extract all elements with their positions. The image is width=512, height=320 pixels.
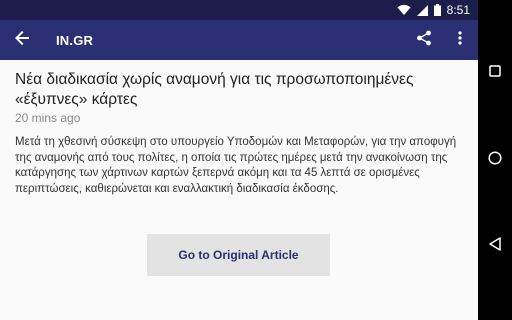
navigation-bar [478, 0, 512, 320]
recents-button[interactable] [478, 56, 512, 90]
article-title: Νέα διαδικασία χωρίς αναμονή για τις προ… [15, 71, 414, 108]
share-button[interactable] [406, 20, 442, 60]
status-bar: 8:51 [0, 0, 478, 20]
battery-icon [433, 4, 441, 16]
app-title: IN.GR [56, 32, 94, 48]
wifi-icon [397, 4, 411, 16]
share-icon [416, 30, 432, 51]
recents-square-icon [489, 64, 501, 82]
back-arrow-icon [15, 30, 29, 50]
go-to-original-article-button[interactable]: Go to Original Article [147, 234, 330, 276]
system-back-button[interactable] [478, 229, 512, 263]
signal-icon [416, 4, 428, 16]
more-vert-icon [458, 30, 462, 50]
home-button[interactable] [478, 143, 512, 177]
app-bar: IN.GR [0, 20, 478, 60]
article-timestamp: 20 mins ago [15, 111, 81, 125]
article-body: Μετά τη χθεσινή σύσκεψη στο υπουργείο Υπ… [15, 136, 457, 195]
clock: 8:51 [446, 3, 470, 17]
article-content: Νέα διαδικασία χωρίς αναμονή για τις προ… [0, 60, 478, 320]
back-triangle-icon [489, 236, 501, 256]
home-circle-icon [488, 150, 502, 170]
back-button[interactable] [0, 20, 44, 60]
more-options-button[interactable] [442, 20, 478, 60]
